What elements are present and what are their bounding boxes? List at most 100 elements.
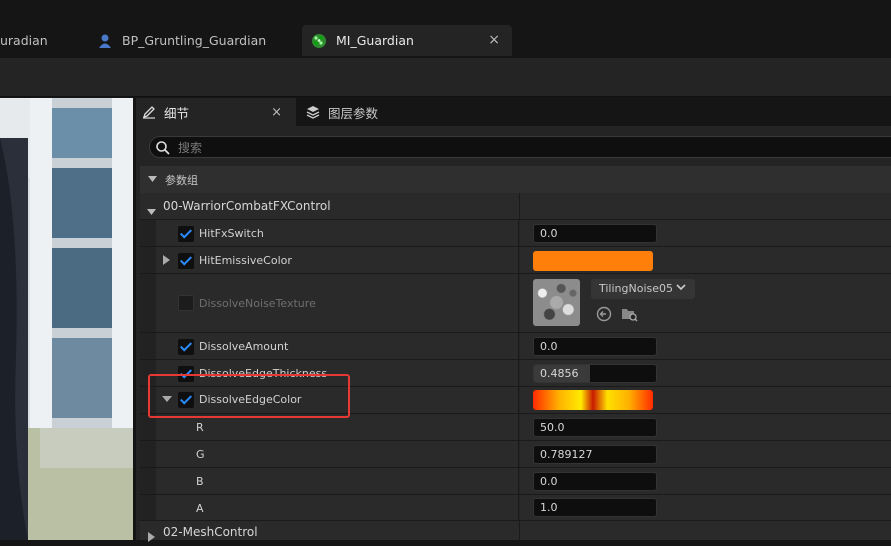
browse-asset-icon[interactable] — [621, 306, 638, 326]
texture-asset-dropdown[interactable]: TilingNoise05 — [591, 279, 695, 299]
parameter-groups-label: 参数组 — [165, 173, 198, 187]
indent-gutter — [140, 333, 156, 359]
collapse-arrow-icon — [148, 173, 157, 186]
section-label: 02-MeshControl — [163, 525, 258, 539]
tab-layers-label: 图层参数 — [328, 105, 379, 121]
channel-label: A — [196, 502, 204, 515]
tab-bp-gruntling-guardian[interactable]: BP_Gruntling_Guardian — [82, 25, 297, 56]
column-divider — [519, 521, 520, 540]
editor-toolbar — [0, 58, 891, 97]
indent-gutter — [140, 247, 156, 273]
tab-guardian-partial[interactable]: uradian — [0, 25, 70, 56]
tab-mi-guardian[interactable]: MI_Guardian × — [302, 25, 512, 56]
value-text: 1.0 — [540, 501, 558, 514]
param-value-cell: 0.4856 — [520, 360, 891, 386]
param-value-cell: 50.0 — [520, 414, 891, 440]
channel-label: G — [196, 448, 205, 461]
indent-gutter — [140, 441, 156, 467]
param-label: DissolveAmount — [199, 340, 289, 353]
value-text: 0.0 — [540, 227, 558, 240]
param-value-cell: 0.0 — [520, 468, 891, 494]
parameter-groups-header[interactable]: 参数组 — [140, 166, 891, 193]
expand-arrow-icon — [148, 527, 155, 546]
tab-label: uradian — [0, 33, 48, 48]
param-name-cell: A — [140, 495, 519, 520]
param-name-cell: G — [140, 441, 519, 467]
param-label: HitEmissiveColor — [199, 254, 292, 267]
param-value-cell: 0.789127 — [520, 441, 891, 467]
param-value-cell: 1.0 — [520, 495, 891, 520]
value-text: 0.4856 — [540, 367, 579, 380]
blueprint-person-icon — [96, 32, 114, 50]
tab-label: MI_Guardian — [336, 33, 414, 48]
param-row-dissolve-noise-texture: DissolveNoiseTexture TilingNoise05 — [140, 274, 891, 333]
hit-emissive-color-swatch[interactable] — [533, 251, 653, 271]
param-label: HitFxSwitch — [199, 227, 264, 240]
param-value-cell: TilingNoise05 — [520, 274, 891, 332]
close-details-icon[interactable]: × — [271, 105, 282, 120]
chevron-down-icon — [676, 279, 686, 299]
use-selected-asset-icon[interactable] — [596, 306, 612, 326]
channel-row-g: G 0.789127 — [140, 441, 891, 468]
value-text: 0.0 — [540, 475, 558, 488]
param-override-checkbox[interactable] — [178, 339, 194, 355]
param-row-dissolve-amount: DissolveAmount 0.0 — [140, 333, 891, 360]
column-divider — [519, 193, 520, 219]
tab-details-label: 细节 — [164, 105, 190, 121]
channel-row-b: B 0.0 — [140, 468, 891, 495]
hit-fx-switch-input[interactable]: 0.0 — [533, 224, 657, 243]
channel-row-r: R 50.0 — [140, 414, 891, 441]
value-text: 0.0 — [540, 340, 558, 353]
panel-tab-bar: 细节 × 图层参数 — [136, 98, 891, 126]
viewport-scene-image — [0, 98, 133, 540]
indent-gutter — [140, 274, 156, 332]
indent-gutter — [140, 220, 156, 246]
indent-gutter — [140, 495, 156, 520]
collapse-arrow-icon — [147, 201, 156, 220]
channel-label: B — [196, 475, 204, 488]
param-value-cell — [520, 387, 891, 413]
param-override-checkbox[interactable] — [178, 253, 194, 269]
expand-arrow-icon[interactable] — [163, 255, 170, 268]
close-tab-icon[interactable]: × — [488, 32, 500, 48]
indent-gutter — [140, 468, 156, 494]
value-text: 0.789127 — [540, 448, 593, 461]
texture-thumbnail[interactable] — [533, 279, 580, 326]
section-warrior-combat-fx[interactable]: 00-WarriorCombatFXControl — [140, 193, 891, 220]
texture-name: TilingNoise05 — [599, 282, 674, 295]
material-instance-icon — [310, 32, 328, 50]
pencil-icon — [142, 104, 158, 120]
channel-a-input[interactable]: 1.0 — [533, 498, 657, 517]
param-name-cell: DissolveNoiseTexture — [140, 274, 519, 332]
param-value-cell: 0.0 — [520, 333, 891, 359]
param-label: DissolveNoiseTexture — [199, 297, 316, 310]
channel-r-input[interactable]: 50.0 — [533, 418, 657, 437]
channel-b-input[interactable]: 0.0 — [533, 472, 657, 491]
param-row-hit-fx-switch: HitFxSwitch 0.0 — [140, 220, 891, 247]
search-input[interactable] — [176, 138, 860, 158]
param-name-cell: B — [140, 468, 519, 494]
section-mesh-control[interactable]: 02-MeshControl — [140, 521, 891, 542]
param-override-checkbox[interactable] — [178, 226, 194, 242]
dissolve-edge-color-swatch[interactable] — [533, 390, 653, 410]
material-preview-viewport[interactable] — [0, 98, 133, 540]
param-name-cell: DissolveAmount — [140, 333, 519, 359]
param-row-hit-emissive-color: HitEmissiveColor — [140, 247, 891, 274]
param-value-cell — [520, 247, 891, 273]
param-name-cell: HitFxSwitch — [140, 220, 519, 246]
param-name-cell: HitEmissiveColor — [140, 247, 519, 273]
document-tab-bar: uradian BP_Gruntling_Guardian MI_Guardia… — [0, 0, 891, 58]
param-value-cell: 0.0 — [520, 220, 891, 246]
tab-layer-parameters[interactable]: 图层参数 — [300, 98, 400, 126]
details-search-box[interactable] — [149, 136, 891, 158]
search-icon — [155, 140, 171, 160]
highlight-box — [148, 374, 350, 418]
value-text: 50.0 — [540, 421, 565, 434]
tab-details[interactable]: 细节 × — [136, 98, 296, 126]
param-override-checkbox[interactable] — [178, 295, 194, 311]
layers-icon — [306, 104, 322, 120]
dissolve-amount-input[interactable]: 0.0 — [533, 337, 657, 356]
channel-g-input[interactable]: 0.789127 — [533, 445, 657, 464]
dissolve-edge-thickness-slider[interactable]: 0.4856 — [533, 364, 657, 383]
channel-label: R — [196, 421, 204, 434]
